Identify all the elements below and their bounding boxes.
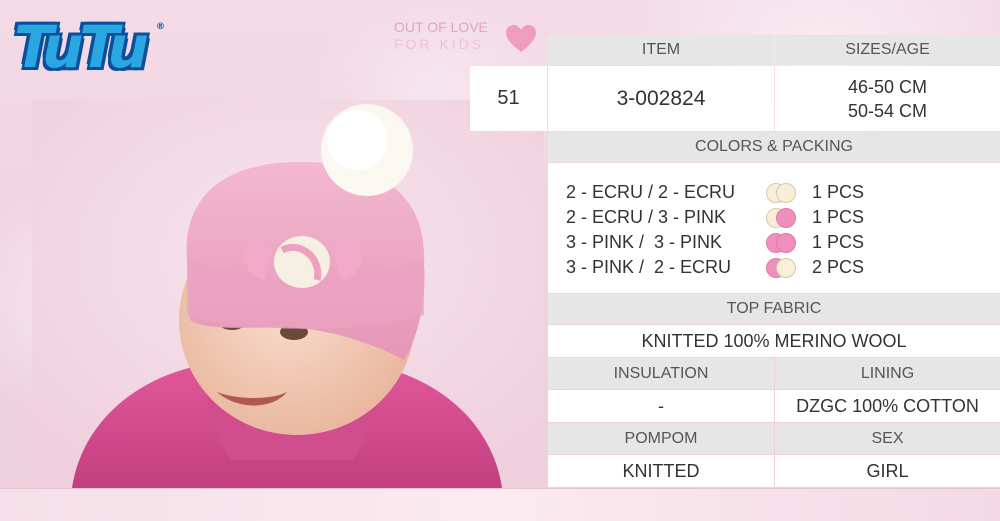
color-label: 3 - PINK / 3 - PINK (566, 232, 723, 252)
pompom-icon (321, 104, 413, 196)
spec-table: ITEM SIZES/AGE 51 3-002824 46-50 CM 50-5… (470, 0, 1000, 488)
sizes-header: SIZES/AGE (775, 35, 1000, 65)
color-row: 2 - ECRU / 2 - ECRU 1 PCS (566, 180, 892, 205)
color-row: 3 - PINK / 3 - PINK 1 PCS (566, 230, 892, 255)
registered-mark: ® (156, 22, 165, 32)
insulation-header: INSULATION (548, 358, 774, 389)
logo-text: TuTu (14, 13, 149, 81)
lining-header: LINING (775, 358, 1000, 389)
color-swatch-pair (766, 257, 806, 278)
bottom-strip (0, 488, 1000, 521)
color-qty: 1 PCS (812, 232, 865, 252)
pompom-value: KNITTED (548, 455, 774, 487)
size-1: 46-50 CM (847, 76, 928, 97)
color-label: 2 - ECRU / 3 - PINK (566, 207, 727, 227)
colors-list: 2 - ECRU / 2 - ECRU 1 PCS 2 - ECRU / 3 -… (566, 180, 892, 280)
sizes-value: 46-50 CM 50-54 CM (775, 66, 1000, 131)
pompom-header: POMPOM (548, 423, 774, 454)
color-label: 3 - PINK / 2 - ECRU (566, 257, 732, 277)
sex-header: SEX (775, 423, 1000, 454)
color-swatch-pair (766, 182, 806, 203)
top-fabric-header: TOP FABRIC (548, 294, 1000, 324)
color-swatch-pair (766, 207, 806, 228)
color-row: 3 - PINK / 2 - ECRU 2 PCS (566, 255, 892, 280)
color-qty: 2 PCS (812, 257, 865, 277)
color-row: 2 - ECRU / 3 - PINK 1 PCS (566, 205, 892, 230)
insulation-value: - (548, 390, 774, 422)
color-qty: 1 PCS (812, 182, 865, 202)
colors-header: COLORS & PACKING (548, 132, 1000, 162)
product-photo (32, 100, 544, 488)
color-swatch (776, 207, 796, 228)
brand-logo: TuTu ® (14, 12, 165, 82)
color-swatch (776, 257, 796, 278)
color-qty: 1 PCS (812, 207, 865, 227)
color-swatch (776, 182, 796, 203)
color-label: 2 - ECRU / 2 - ECRU (566, 182, 736, 202)
sex-value: GIRL (775, 455, 1000, 487)
item-number: 51 (470, 66, 547, 131)
item-value: 3-002824 (548, 66, 774, 131)
color-swatch (776, 232, 796, 253)
top-fabric-value: KNITTED 100% MERINO WOOL (548, 325, 1000, 357)
item-header: ITEM (548, 35, 774, 65)
lining-value: DZGC 100% COTTON (775, 390, 1000, 422)
color-swatch-pair (766, 232, 806, 253)
size-2: 50-54 CM (847, 100, 928, 121)
